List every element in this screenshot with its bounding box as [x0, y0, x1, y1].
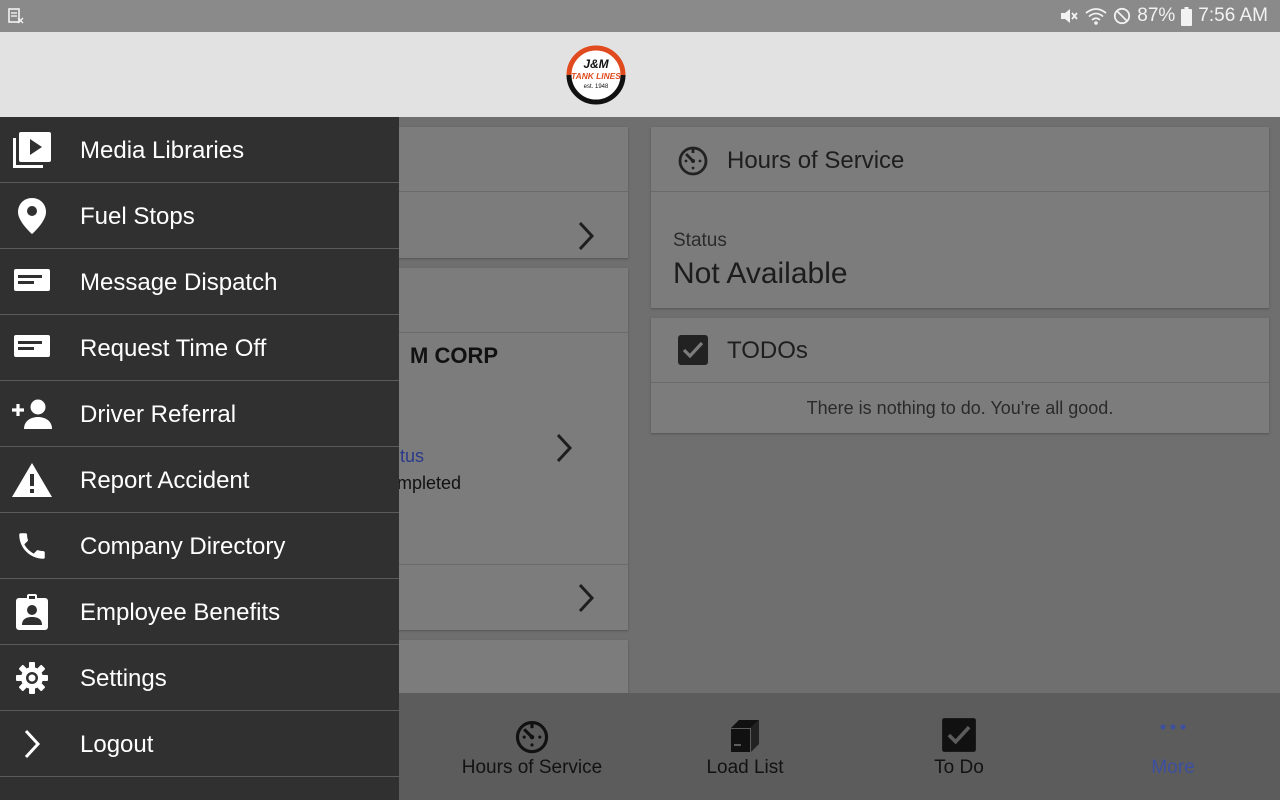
message-icon: [12, 330, 52, 366]
card-title: Hours of Service: [727, 147, 905, 174]
status-label: Status: [673, 230, 727, 251]
warning-icon: [12, 462, 52, 498]
drawer-item-label: Settings: [80, 665, 167, 692]
drawer-item-label: Request Time Off: [80, 335, 267, 362]
box-icon: [731, 720, 759, 752]
drawer-item-logout[interactable]: Logout: [0, 711, 399, 777]
status-value: mpleted: [397, 473, 462, 493]
navigation-drawer: Media Libraries Fuel Stops Message Dispa…: [0, 117, 399, 800]
empty-message: There is nothing to do. You're all good.: [806, 398, 1114, 418]
checkbox-icon: [942, 718, 976, 752]
phone-icon: [12, 528, 52, 564]
logo-text: J&M: [583, 57, 609, 71]
status-value: Not Available: [673, 257, 848, 290]
chevron-right-icon[interactable]: [577, 220, 595, 252]
hours-of-service-card[interactable]: Hours of Service Status Not Available: [651, 127, 1269, 308]
nav-label: To Do: [934, 757, 984, 778]
video-library-icon: [12, 132, 52, 168]
chevron-right-icon: [12, 726, 52, 762]
nav-load-list[interactable]: Load List: [645, 693, 845, 800]
drawer-item-label: Logout: [80, 731, 154, 758]
badge-icon: [12, 594, 52, 630]
drawer-item-driver-referral[interactable]: Driver Referral: [0, 381, 399, 447]
status-link[interactable]: tus: [400, 446, 424, 467]
drawer-item-report-accident[interactable]: Report Accident: [0, 447, 399, 513]
do-not-disturb-icon: [1114, 7, 1131, 25]
battery-percent: 87%: [1137, 5, 1176, 26]
nav-to-do[interactable]: To Do: [859, 693, 1059, 800]
timer-icon: [515, 721, 549, 754]
drawer-item-label: Fuel Stops: [80, 203, 195, 230]
nav-hours-of-service[interactable]: Hours of Service: [432, 693, 632, 800]
drawer-item-company-directory[interactable]: Company Directory: [0, 513, 399, 579]
chevron-right-icon[interactable]: [577, 582, 595, 614]
company-logo: J&M TANK LINES est. 1948: [566, 45, 626, 105]
drawer-item-media-libraries[interactable]: Media Libraries: [0, 117, 399, 183]
nav-label: Load List: [706, 757, 784, 778]
wifi-icon: [1085, 8, 1107, 25]
mute-icon: [1061, 9, 1078, 23]
drawer-item-label: Company Directory: [80, 533, 286, 560]
person-add-icon: [12, 396, 52, 432]
status-bar: 87% 7:56 AM: [0, 0, 1280, 32]
app-header: [0, 32, 1280, 117]
todos-card[interactable]: TODOs There is nothing to do. You're all…: [651, 318, 1269, 433]
gear-icon: [12, 660, 52, 696]
map-pin-icon: [12, 198, 52, 234]
nav-label: Hours of Service: [461, 757, 603, 778]
drawer-item-label: Driver Referral: [80, 401, 237, 428]
drawer-item-settings[interactable]: Settings: [0, 645, 399, 711]
logo-sub: TANK LINES: [571, 71, 621, 81]
logo-est: est. 1948: [584, 84, 609, 90]
nav-more[interactable]: More: [1073, 693, 1273, 800]
notification-icon: [8, 8, 24, 24]
drawer-item-label: Report Accident: [80, 467, 250, 494]
drawer-item-label: Employee Benefits: [80, 599, 281, 626]
nav-label: More: [1151, 757, 1195, 778]
drawer-item-request-time-off[interactable]: Request Time Off: [0, 315, 399, 381]
drawer-item-fuel-stops[interactable]: Fuel Stops: [0, 183, 399, 249]
clock: 7:56 AM: [1198, 5, 1268, 26]
drawer-item-employee-benefits[interactable]: Employee Benefits: [0, 579, 399, 645]
timer-icon: [678, 146, 708, 176]
checkbox-icon: [678, 335, 708, 365]
battery-icon: [1181, 6, 1193, 26]
card-title: TODOs: [727, 337, 808, 364]
chevron-right-icon[interactable]: [555, 432, 573, 464]
customer-name: M CORP: [410, 343, 498, 368]
drawer-item-label: Message Dispatch: [80, 269, 278, 296]
drawer-item-label: Media Libraries: [80, 137, 245, 164]
drawer-item-message-dispatch[interactable]: Message Dispatch: [0, 249, 399, 315]
more-dots-icon: [1160, 724, 1186, 730]
message-icon: [12, 264, 52, 300]
